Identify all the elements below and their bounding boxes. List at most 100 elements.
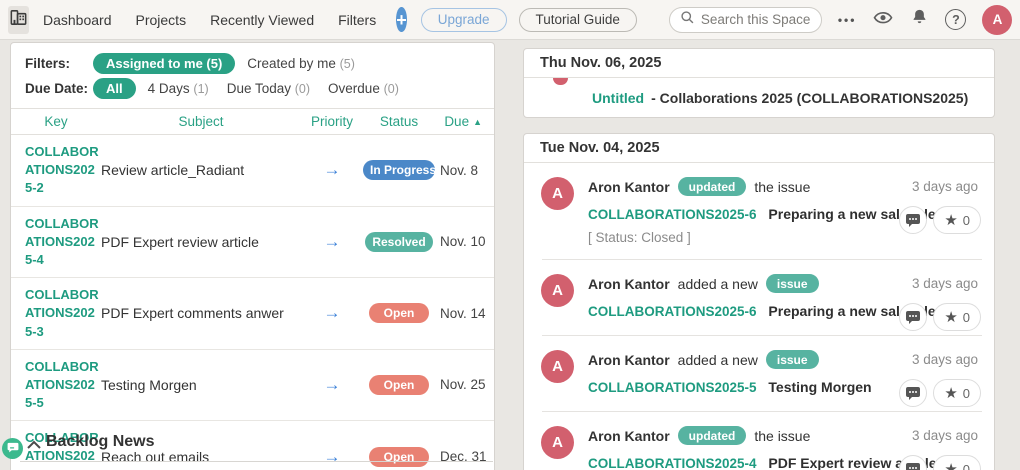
wiki-link[interactable]: Untitled	[592, 90, 644, 106]
avatar: A	[541, 350, 574, 383]
building-icon	[8, 7, 29, 33]
issue-subject[interactable]: PDF Expert review article	[101, 234, 301, 250]
status-badge: Open	[369, 446, 429, 467]
table-row[interactable]: COLLABORATIONS2025-4 PDF Expert review a…	[11, 207, 494, 279]
star-button[interactable]: ★ 0	[933, 303, 981, 331]
add-button[interactable]: +	[396, 7, 407, 32]
news-divider	[20, 461, 493, 462]
table-row[interactable]: COLLABORATIONS2025-3 PDF Expert comments…	[11, 278, 494, 350]
star-count: 0	[962, 212, 970, 228]
activity-day-card: Tue Nov. 04, 2025 A Aron Kantor updated …	[523, 133, 995, 470]
comment-button[interactable]	[899, 206, 928, 234]
table-row[interactable]: COLLABORATIONS2025-2 Review article_Radi…	[11, 135, 494, 207]
action-text: the issue	[754, 178, 811, 195]
comment-button[interactable]	[899, 379, 928, 407]
filter-chip-created-by-me[interactable]: Created by me (5)	[247, 56, 355, 71]
nav-item-recently-viewed[interactable]: Recently Viewed	[210, 12, 314, 28]
due-chip-due-today[interactable]: Due Today (0)	[227, 81, 310, 96]
column-header-subject[interactable]: Subject	[101, 114, 301, 129]
issue-key-link[interactable]: COLLABORATIONS2025-2	[11, 143, 99, 198]
activity-entry[interactable]: A Aron Kantor added a new issue 3 days a…	[524, 336, 994, 412]
status-badge: In Progress	[363, 160, 436, 181]
chip-label: Created by me	[247, 56, 336, 71]
due-chip-4-days[interactable]: 4 Days (1)	[148, 81, 209, 96]
action-text: the issue	[754, 427, 811, 444]
collapse-chevron-up-icon[interactable]	[27, 437, 41, 455]
status-badge: Open	[369, 374, 429, 395]
nav-menu: Dashboard Projects Recently Viewed Filte…	[43, 12, 376, 28]
avatar	[553, 78, 568, 85]
issue-subject[interactable]: Testing Morgen	[101, 377, 301, 393]
comment-icon	[906, 462, 921, 470]
chat-bubble-icon	[7, 440, 19, 458]
search-box[interactable]	[668, 6, 822, 33]
entry-actions: ★ 0	[899, 303, 981, 331]
nav-item-projects[interactable]: Projects	[136, 12, 187, 28]
comment-button[interactable]	[899, 455, 928, 470]
column-header-status[interactable]: Status	[363, 114, 435, 129]
nav-item-filters[interactable]: Filters	[338, 12, 376, 28]
action-badge: updated	[677, 177, 747, 196]
chip-count: (0)	[294, 82, 311, 96]
status-cell: Resolved	[363, 231, 435, 252]
tutorial-guide-button[interactable]: Tutorial Guide	[518, 7, 637, 32]
star-icon: ★	[944, 460, 958, 470]
user-avatar[interactable]: A	[982, 4, 1013, 35]
column-header-key[interactable]: Key	[11, 114, 101, 129]
issue-subject[interactable]: Review article_Radiant	[101, 162, 301, 178]
priority-normal-icon: →	[323, 160, 341, 180]
activity-entry[interactable]: A Aron Kantor updated the issue 3 days a…	[524, 412, 994, 470]
chat-widget-button[interactable]	[2, 438, 23, 459]
user-name[interactable]: Aron Kantor	[588, 352, 670, 368]
chip-label: Due Today	[226, 81, 291, 96]
upgrade-button[interactable]: Upgrade	[420, 7, 507, 32]
filter-chip-assigned-to-me[interactable]: Assigned to me (5)	[93, 53, 236, 74]
search-input[interactable]	[700, 12, 811, 27]
issue-key-link[interactable]: COLLABORATIONS2025-4	[588, 456, 757, 470]
issue-key-link[interactable]: COLLABORATIONS2025-5	[11, 358, 99, 413]
activity-item-text: - Collaborations 2025 (COLLABORATIONS202…	[651, 90, 969, 106]
column-header-priority[interactable]: Priority	[301, 114, 363, 129]
comment-icon	[906, 386, 921, 400]
avatar: A	[541, 274, 574, 307]
due-date: Nov. 25	[440, 377, 486, 393]
issue-key-link[interactable]: COLLABORATIONS2025-6	[588, 304, 757, 319]
action-badge: issue	[765, 274, 819, 293]
chip-label: 4 Days	[147, 81, 190, 96]
status-cell: Open	[363, 374, 435, 395]
table-row[interactable]: COLLABORATIONS2025-5 Testing Morgen → Op…	[11, 350, 494, 422]
due-chip-overdue[interactable]: Overdue (0)	[328, 81, 399, 96]
filters-label: Filters:	[25, 56, 71, 71]
column-header-due[interactable]: Due ▲	[435, 114, 494, 129]
help-icon[interactable]: ?	[945, 9, 967, 30]
notifications-bell-icon[interactable]	[910, 7, 929, 32]
issue-key-link[interactable]: COLLABORATIONS2025-4	[11, 215, 99, 270]
star-button[interactable]: ★ 0	[933, 379, 981, 407]
day-header: Thu Nov. 06, 2025	[524, 49, 994, 78]
issue-subject[interactable]: PDF Expert comments anwer	[101, 305, 301, 321]
star-button[interactable]: ★ 0	[933, 455, 981, 470]
user-name[interactable]: Aron Kantor	[588, 179, 670, 195]
due-chip-all[interactable]: All	[93, 78, 136, 99]
top-navbar: Dashboard Projects Recently Viewed Filte…	[0, 0, 1020, 40]
user-name[interactable]: Aron Kantor	[588, 428, 670, 444]
entry-action-line: Aron Kantor updated the issue 3 days ago	[588, 177, 978, 196]
entry-action-line: Aron Kantor added a new issue 3 days ago	[588, 350, 978, 369]
entry-actions: ★ 0	[899, 455, 981, 470]
issue-key-link[interactable]: COLLABORATIONS2025-5	[588, 380, 757, 395]
nav-item-dashboard[interactable]: Dashboard	[43, 12, 112, 28]
watch-eye-icon[interactable]	[872, 9, 894, 31]
space-home-button[interactable]	[8, 5, 29, 34]
activity-item[interactable]: Untitled - Collaborations 2025 (COLLABOR…	[524, 78, 994, 117]
star-button[interactable]: ★ 0	[933, 206, 981, 234]
issue-title: Testing Morgen	[768, 379, 872, 395]
comment-button[interactable]	[899, 303, 928, 331]
issue-key-link[interactable]: COLLABORATIONS2025-6	[588, 207, 757, 222]
user-name[interactable]: Aron Kantor	[588, 276, 670, 292]
activity-entry[interactable]: A Aron Kantor added a new issue 3 days a…	[524, 260, 994, 336]
priority-normal-icon: →	[323, 374, 341, 394]
entry-action-line: Aron Kantor updated the issue 3 days ago	[588, 426, 978, 445]
activity-entry[interactable]: A Aron Kantor updated the issue 3 days a…	[524, 163, 994, 260]
overflow-menu-icon[interactable]: •••	[838, 13, 857, 27]
issue-key-link[interactable]: COLLABORATIONS2025-3	[11, 286, 99, 341]
